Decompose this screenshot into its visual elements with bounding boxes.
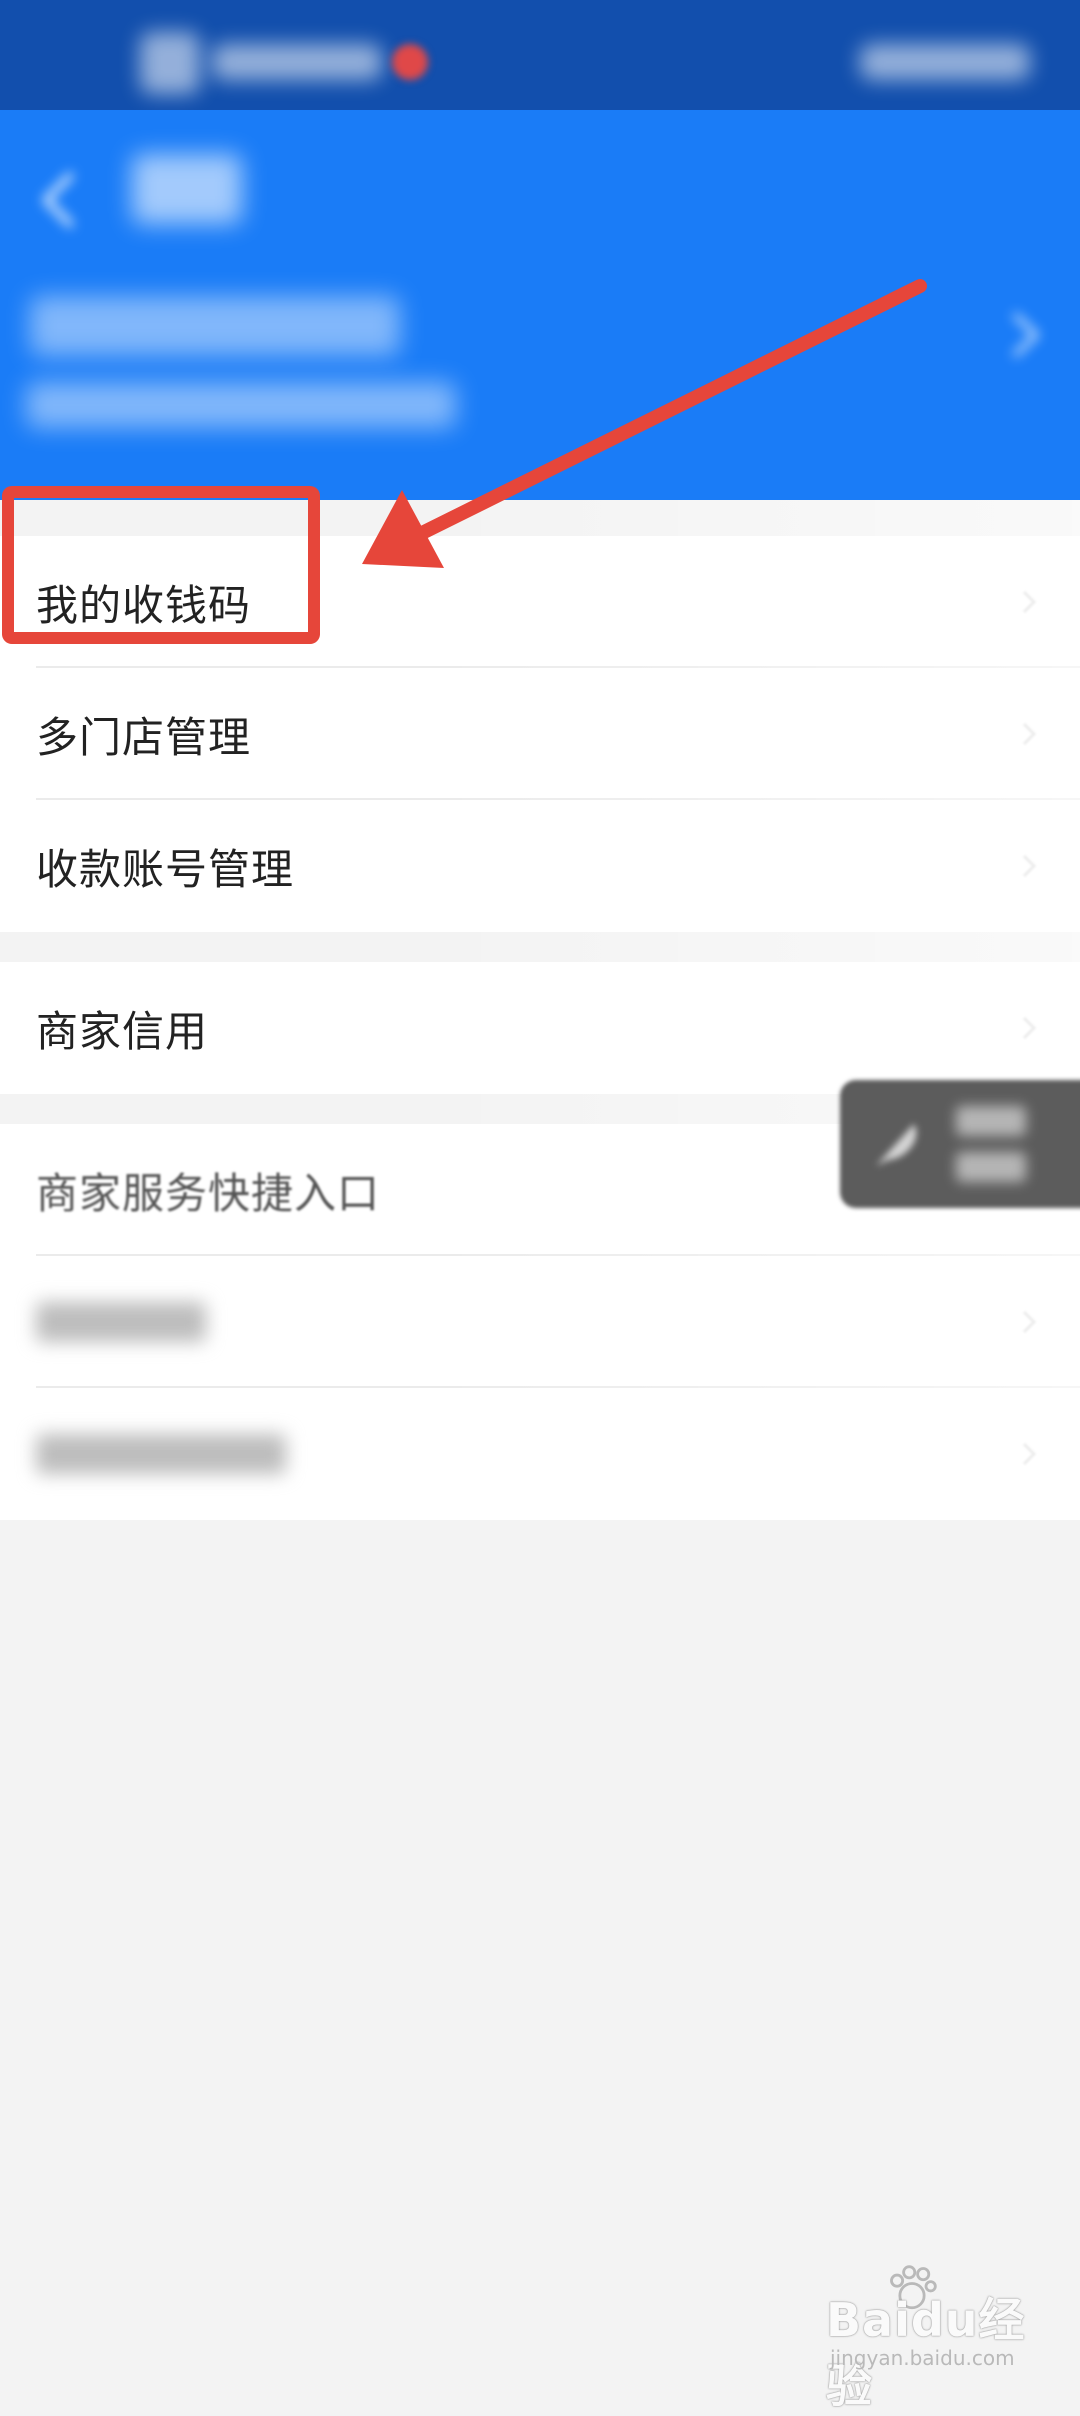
status-bar bbox=[0, 0, 1080, 110]
chevron-right-icon bbox=[1022, 854, 1037, 878]
merchant-name bbox=[30, 296, 400, 356]
services-section-title: 商家服务快捷入口 bbox=[36, 1168, 381, 1218]
chevron-right-icon bbox=[1022, 1016, 1037, 1040]
credit-list: 商家信用 bbox=[0, 962, 1080, 1094]
back-arrow-icon[interactable] bbox=[36, 170, 84, 230]
list-item-blurred-service[interactable] bbox=[0, 1256, 1080, 1388]
chevron-right-icon bbox=[1022, 1310, 1037, 1334]
header-chevron-icon[interactable] bbox=[1008, 310, 1044, 360]
page-header bbox=[0, 110, 1080, 500]
list-item-blurred-service[interactable] bbox=[0, 1388, 1080, 1520]
list-item-label: 商家信用 bbox=[36, 1006, 209, 1056]
floating-button-label bbox=[956, 1106, 1026, 1136]
status-bar-right-info bbox=[860, 44, 1030, 80]
page-title bbox=[132, 154, 242, 224]
watermark: Baidu经验 jingyan.baidu.com bbox=[826, 2265, 1066, 2413]
watermark-url: jingyan.baidu.com bbox=[830, 2346, 1015, 2370]
list-item-multi-store[interactable]: 多门店管理 bbox=[0, 668, 1080, 800]
chevron-right-icon bbox=[1022, 722, 1037, 746]
list-item-label: 多门店管理 bbox=[36, 712, 252, 762]
blurred-service-label bbox=[36, 1434, 286, 1474]
floating-feedback-button[interactable] bbox=[840, 1080, 1080, 1208]
annotation-highlight-box bbox=[2, 486, 320, 644]
status-bar-app-icon bbox=[140, 32, 200, 94]
floating-button-label bbox=[956, 1152, 1026, 1182]
chevron-right-icon bbox=[1022, 1442, 1037, 1466]
blurred-service-label bbox=[36, 1302, 206, 1342]
chevron-right-icon bbox=[1022, 590, 1037, 614]
feather-icon bbox=[876, 1124, 917, 1166]
list-item-merchant-credit[interactable]: 商家信用 bbox=[0, 962, 1080, 1094]
merchant-account bbox=[26, 382, 456, 428]
list-item-label: 收款账号管理 bbox=[36, 844, 295, 894]
status-bar-app-name bbox=[212, 44, 382, 80]
list-item-payee-account[interactable]: 收款账号管理 bbox=[0, 800, 1080, 932]
notification-dot bbox=[392, 44, 428, 80]
